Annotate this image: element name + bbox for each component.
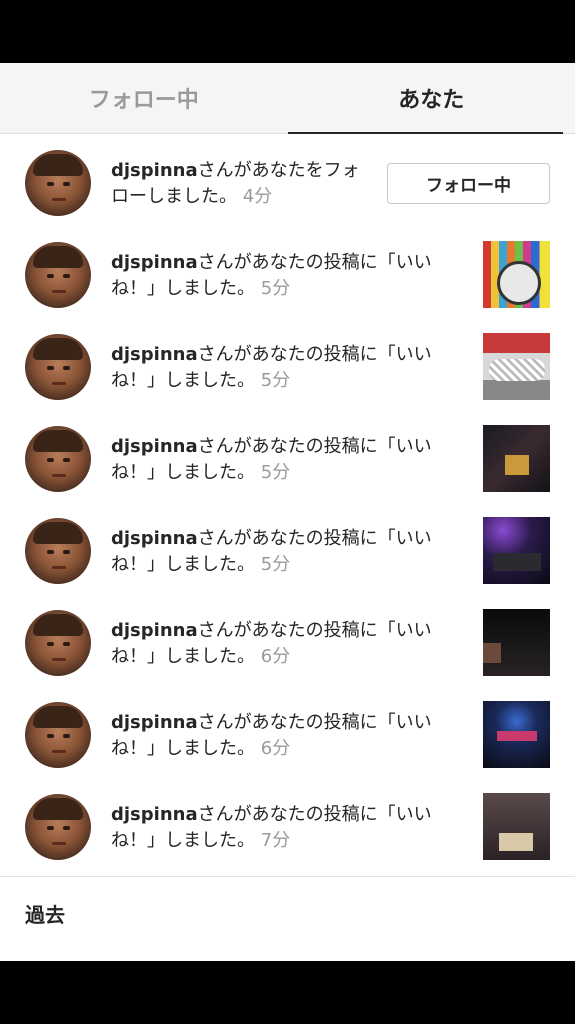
username[interactable]: djspinna <box>111 712 198 733</box>
post-thumbnail[interactable] <box>483 793 550 860</box>
notification-row[interactable]: djspinnaさんがあなたの投稿に「いいね！」しました。 5分 <box>0 226 575 318</box>
tab-following[interactable]: フォロー中 <box>0 63 288 133</box>
notification-text: djspinnaさんがあなたの投稿に「いいね！」しました。 6分 <box>111 618 466 670</box>
username[interactable]: djspinna <box>111 620 198 641</box>
timestamp: 7分 <box>260 830 291 851</box>
avatar[interactable] <box>25 334 91 400</box>
notification-text: djspinnaさんがあなたの投稿に「いいね！」しました。 5分 <box>111 342 466 394</box>
notification-row[interactable]: djspinnaさんがあなたの投稿に「いいね！」しました。 5分 <box>0 502 575 594</box>
timestamp: 6分 <box>260 646 291 667</box>
notification-text: djspinnaさんがあなたの投稿に「いいね！」しました。 6分 <box>111 710 466 762</box>
notification-list: djspinnaさんがあなたをフォローしました。 4分 フォロー中 djspin… <box>0 134 575 870</box>
notification-row[interactable]: djspinnaさんがあなたの投稿に「いいね！」しました。 7分 <box>0 778 575 870</box>
username[interactable]: djspinna <box>111 252 198 273</box>
avatar[interactable] <box>25 426 91 492</box>
notification-row[interactable]: djspinnaさんがあなたの投稿に「いいね！」しました。 6分 <box>0 686 575 778</box>
post-thumbnail[interactable] <box>483 425 550 492</box>
avatar[interactable] <box>25 702 91 768</box>
notification-text: djspinnaさんがあなたの投稿に「いいね！」しました。 5分 <box>111 526 466 578</box>
notification-row[interactable]: djspinnaさんがあなたの投稿に「いいね！」しました。 5分 <box>0 318 575 410</box>
username[interactable]: djspinna <box>111 528 198 549</box>
notification-text: djspinnaさんがあなたの投稿に「いいね！」しました。 5分 <box>111 250 466 302</box>
username[interactable]: djspinna <box>111 344 198 365</box>
notification-row[interactable]: djspinnaさんがあなたをフォローしました。 4分 フォロー中 <box>0 134 575 226</box>
timestamp: 6分 <box>260 738 291 759</box>
post-thumbnail[interactable] <box>483 701 550 768</box>
post-thumbnail[interactable] <box>483 609 550 676</box>
timestamp: 5分 <box>260 370 291 391</box>
post-thumbnail[interactable] <box>483 517 550 584</box>
username[interactable]: djspinna <box>111 804 198 825</box>
notification-text: djspinnaさんがあなたをフォローしました。 4分 <box>111 158 361 210</box>
section-title: 過去 <box>25 903 65 927</box>
avatar[interactable] <box>25 242 91 308</box>
past-section-header: 過去 <box>0 877 575 947</box>
notification-text: djspinnaさんがあなたの投稿に「いいね！」しました。 5分 <box>111 434 466 486</box>
tab-bar: フォロー中 あなた <box>0 63 575 134</box>
timestamp: 5分 <box>260 554 291 575</box>
post-thumbnail[interactable] <box>483 241 550 308</box>
avatar[interactable] <box>25 150 91 216</box>
timestamp: 5分 <box>260 462 291 483</box>
timestamp: 4分 <box>242 186 273 207</box>
following-button[interactable]: フォロー中 <box>387 163 550 204</box>
activity-screen: フォロー中 あなた djspinnaさんがあなたをフォローしました。 4分 フォ… <box>0 63 575 961</box>
username[interactable]: djspinna <box>111 160 198 181</box>
notification-row[interactable]: djspinnaさんがあなたの投稿に「いいね！」しました。 6分 <box>0 594 575 686</box>
notification-row[interactable]: djspinnaさんがあなたの投稿に「いいね！」しました。 5分 <box>0 410 575 502</box>
avatar[interactable] <box>25 518 91 584</box>
timestamp: 5分 <box>260 278 291 299</box>
tab-you[interactable]: あなた <box>287 63 575 134</box>
avatar[interactable] <box>25 794 91 860</box>
notification-text: djspinnaさんがあなたの投稿に「いいね！」しました。 7分 <box>111 802 466 854</box>
username[interactable]: djspinna <box>111 436 198 457</box>
post-thumbnail[interactable] <box>483 333 550 400</box>
avatar[interactable] <box>25 610 91 676</box>
